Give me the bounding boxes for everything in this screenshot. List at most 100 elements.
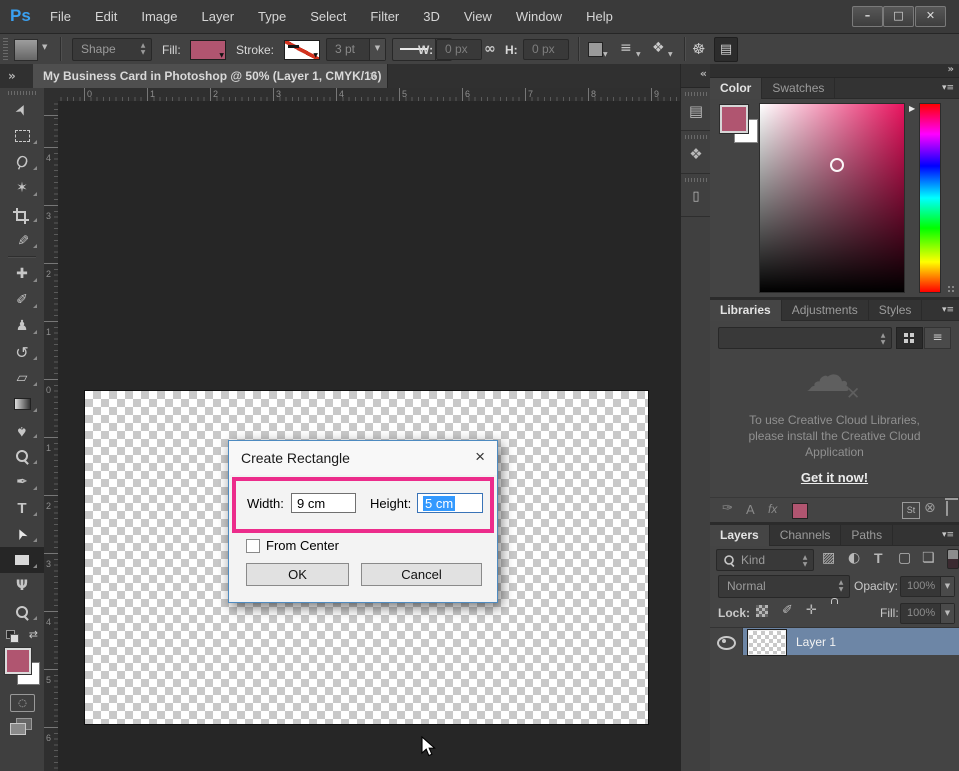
shape-width-input[interactable]: 0 px	[436, 39, 482, 60]
options-bar-gripper[interactable]	[3, 38, 8, 60]
path-arrangement-icon[interactable]: ❖	[652, 40, 665, 56]
tool-mode-select[interactable]: Shape	[72, 38, 152, 61]
device-preview-panel-icon[interactable]: ▯	[684, 184, 708, 210]
magic-wand-tool[interactable]: ✶	[0, 175, 44, 201]
gear-icon[interactable]: ☸	[692, 40, 705, 58]
collapse-panels-icon[interactable]: »	[948, 64, 954, 75]
lock-pixels-icon[interactable]: ✐	[782, 603, 793, 618]
menu-edit[interactable]: Edit	[95, 9, 117, 24]
opacity-input[interactable]: 100% ▼	[900, 576, 955, 597]
menu-help[interactable]: Help	[586, 9, 613, 24]
screen-mode-button[interactable]	[10, 718, 34, 736]
layer-filter-toggle[interactable]	[947, 549, 959, 569]
add-layer-style-icon[interactable]: fx	[768, 502, 777, 516]
library-select[interactable]	[718, 327, 892, 349]
dodge-tool[interactable]	[0, 443, 44, 469]
menu-view[interactable]: View	[464, 9, 492, 24]
filter-adjustment-layers-icon[interactable]: ◐	[848, 550, 860, 566]
layer-name[interactable]: Layer 1	[796, 635, 836, 649]
hue-slider-marker-icon[interactable]: ▶	[909, 104, 915, 113]
filter-smart-object-icon[interactable]: ❏	[922, 550, 935, 566]
filter-type-layers-icon[interactable]: T	[874, 550, 883, 566]
layer-row-body[interactable]: Layer 1	[743, 628, 959, 655]
cc-sync-icon[interactable]: ⊗	[924, 500, 936, 516]
fill-amount-input[interactable]: 100% ▼	[900, 603, 955, 624]
add-graphic-icon[interactable]: ✑	[722, 501, 733, 516]
list-view-button[interactable]: ≡	[924, 327, 951, 349]
path-alignment-icon[interactable]: ≡	[620, 40, 632, 56]
path-operations-icon[interactable]	[588, 42, 603, 57]
trash-icon[interactable]	[946, 501, 948, 516]
filter-shape-layers-icon[interactable]: ▢	[898, 550, 911, 566]
menu-select[interactable]: Select	[310, 9, 346, 24]
pen-tool[interactable]: ✒	[0, 469, 44, 495]
dialog-close-icon[interactable]: ×	[475, 447, 485, 467]
lasso-tool[interactable]: Ϙ	[0, 149, 44, 175]
collapse-toolbar-icon[interactable]: »	[8, 69, 16, 83]
from-center-checkbox[interactable]	[246, 539, 260, 553]
cancel-button[interactable]: Cancel	[361, 563, 482, 586]
add-fill-color-icon[interactable]	[792, 503, 808, 519]
fill-swatch[interactable]: ▼	[190, 40, 226, 60]
tool-preset-icon[interactable]	[14, 39, 38, 61]
tab-styles[interactable]: Styles	[869, 300, 923, 321]
properties-panel-icon[interactable]: ❖	[684, 141, 708, 167]
menu-file[interactable]: File	[50, 9, 71, 24]
tab-channels[interactable]: Channels	[770, 525, 842, 546]
layer-filter-select[interactable]: Kind	[716, 549, 814, 571]
tab-libraries[interactable]: Libraries	[710, 300, 782, 321]
rail-gripper[interactable]	[685, 135, 707, 139]
layer-visibility-cell[interactable]	[710, 628, 743, 655]
hand-tool[interactable]: Ψ	[0, 573, 44, 599]
document-tab[interactable]: My Business Card in Photoshop @ 50% (Lay…	[33, 64, 388, 88]
link-dimensions-icon[interactable]: ∞	[484, 41, 496, 57]
rectangle-tool[interactable]	[0, 547, 44, 573]
menu-3d[interactable]: 3D	[423, 9, 440, 24]
color-picker-marker[interactable]	[830, 158, 844, 172]
zoom-tool[interactable]	[0, 599, 44, 625]
tab-adjustments[interactable]: Adjustments	[782, 300, 869, 321]
color-panel-menu-icon[interactable]: ▾≡	[942, 83, 954, 93]
layer-thumbnail[interactable]	[748, 630, 786, 655]
dialog-height-input[interactable]: 5 cm	[417, 493, 483, 513]
v-ruler[interactable]: 43210123456	[44, 101, 59, 771]
dialog-title-bar[interactable]: Create Rectangle ×	[229, 441, 497, 475]
menu-type[interactable]: Type	[258, 9, 286, 24]
adobe-stock-icon[interactable]: St	[902, 502, 920, 519]
panel-resize-grip[interactable]	[947, 285, 956, 294]
gradient-tool[interactable]	[0, 391, 44, 417]
tab-swatches[interactable]: Swatches	[762, 78, 835, 99]
brush-tool[interactable]: ✐	[0, 287, 44, 313]
add-character-style-icon[interactable]: A	[746, 502, 755, 517]
move-tool[interactable]: ➤	[0, 97, 44, 123]
lock-transparency-icon[interactable]	[756, 605, 768, 617]
color-gradient-field[interactable]	[759, 103, 905, 293]
document-tab-close-icon[interactable]: ×	[369, 64, 378, 88]
stroke-width-select[interactable]: 3 pt ▼	[326, 38, 386, 61]
type-tool[interactable]: T	[0, 495, 44, 521]
lock-position-icon[interactable]: ✛	[806, 603, 817, 618]
swap-colors-icon[interactable]: ⇄	[29, 628, 38, 641]
menu-layer[interactable]: Layer	[202, 9, 235, 24]
menu-filter[interactable]: Filter	[370, 9, 399, 24]
rail-gripper[interactable]	[685, 178, 707, 182]
stroke-swatch[interactable]: ▼	[284, 40, 320, 60]
foreground-color-well[interactable]	[720, 105, 748, 133]
grid-view-button[interactable]	[896, 327, 923, 349]
blend-mode-select[interactable]: Normal	[718, 575, 850, 598]
shape-height-input[interactable]: 0 px	[523, 39, 569, 60]
expand-panels-icon[interactable]: «	[700, 67, 707, 80]
tab-color[interactable]: Color	[710, 78, 762, 99]
eye-icon[interactable]	[717, 636, 736, 650]
default-colors-bg-icon[interactable]	[10, 634, 19, 643]
healing-brush-tool[interactable]: ✚	[0, 261, 44, 287]
toggle-panels-button[interactable]: ▤	[714, 37, 738, 62]
close-button[interactable]: ✕	[915, 6, 946, 27]
rail-gripper[interactable]	[685, 92, 707, 96]
menu-image[interactable]: Image	[141, 9, 177, 24]
quick-mask-button[interactable]: ◌	[10, 694, 35, 712]
crop-tool[interactable]	[0, 201, 44, 227]
minimize-button[interactable]: –	[852, 6, 883, 27]
get-it-now-link[interactable]: Get it now!	[801, 470, 868, 485]
ok-button[interactable]: OK	[246, 563, 349, 586]
